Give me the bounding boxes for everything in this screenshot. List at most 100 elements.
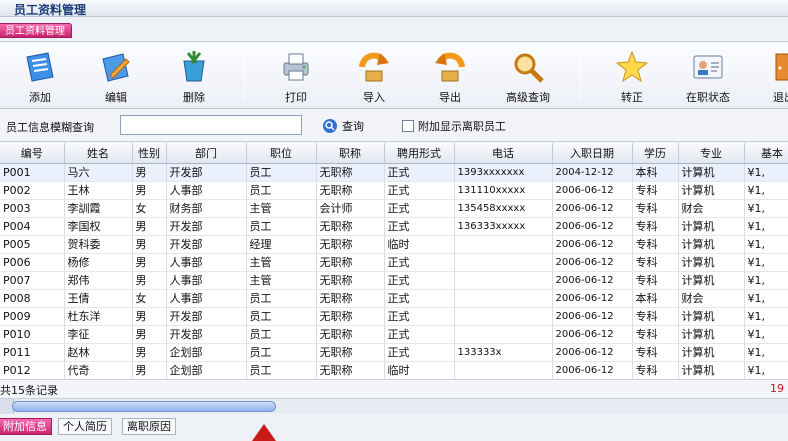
column-header[interactable]: 职位 [246, 143, 317, 164]
table-cell: 女 [132, 199, 167, 218]
column-header[interactable]: 编号 [0, 143, 65, 164]
table-row[interactable]: P003 李訓霞女财务部 主管 会计师 正式 135458xxxxx 2006-06-12 专… [0, 199, 788, 218]
column-header[interactable]: 部门 [166, 143, 247, 164]
column-header[interactable]: 入职日期 [552, 143, 633, 164]
employee-table: 编号 姓名 性别 部门 职位 职称 聘用形式 电话 入职日期 学历 专业 基本 P001 马六男开发部员… [0, 143, 788, 379]
table-cell: 财会 [678, 199, 745, 218]
table-cell: 主管 [246, 199, 317, 218]
table-row[interactable]: P009 杜东洋男开发部 员工 无职称 正式 2006-06-12 专科 计算机 ¥1, [0, 307, 788, 326]
edit-icon [102, 53, 130, 82]
table-cell: 主管 [246, 253, 317, 272]
table-cell: 2006-06-12 [552, 343, 633, 362]
table-cell: 无职称 [316, 181, 385, 200]
table-cell: 男 [132, 325, 167, 344]
table-cell: 2006-06-12 [552, 217, 633, 236]
tab-strip: 员工资料管理 [0, 18, 788, 42]
table-cell: 专科 [632, 235, 679, 254]
table-cell: 无职称 [316, 163, 385, 182]
table-row[interactable]: P004 李国权男开发部 员工 无职称 正式 136333xxxxx 2006-06-12 专… [0, 217, 788, 236]
table-cell: 计算机 [678, 217, 745, 236]
table-cell: 正式 [384, 271, 455, 290]
column-header[interactable]: 基本 [744, 143, 788, 164]
add-button[interactable]: 添加 [10, 49, 70, 107]
table-cell: 贺科委 [64, 235, 133, 254]
table-cell: 人事部 [166, 289, 247, 308]
delete-label: 删除 [183, 91, 205, 104]
table-cell: 开发部 [166, 325, 247, 344]
table-row[interactable]: P008 王倩女人事部 员工 无职称 正式 2006-06-12 本科 财会 ¥1, [0, 289, 788, 308]
table-cell: 本科 [632, 289, 679, 308]
export-button[interactable]: 导出 [420, 49, 480, 107]
table-cell: 专科 [632, 217, 679, 236]
export-label: 导出 [439, 91, 461, 104]
edit-button[interactable]: 编辑 [86, 49, 146, 107]
table-cell: 专科 [632, 199, 679, 218]
column-header[interactable]: 职称 [316, 143, 385, 164]
table-row[interactable]: P001 马六男开发部 员工 无职称 正式 1393xxxxxxx 2004-12-12 本科… [0, 163, 788, 182]
horizontal-scrollbar[interactable] [0, 398, 788, 414]
tab-employee-management[interactable]: 员工资料管理 [0, 23, 72, 38]
show-resigned-checkbox[interactable] [402, 120, 414, 132]
table-cell: 开发部 [166, 307, 247, 326]
table-row[interactable]: P010 李征男开发部 员工 无职称 正式 2006-06-12 专科 计算机 ¥1, [0, 325, 788, 344]
add-label: 添加 [29, 91, 51, 104]
search-input[interactable] [120, 115, 302, 135]
table-row[interactable]: P011 赵林男企划部 员工 无职称 正式 133333x 2006-06-12 专科 计算机 ¥… [0, 343, 788, 362]
table-cell: P012 [0, 361, 65, 379]
advanced-search-label: 高级查询 [506, 91, 550, 104]
import-button[interactable]: 导入 [344, 49, 404, 107]
show-resigned-toggle[interactable]: 附加显示离职员工 [402, 118, 506, 134]
tab-additional-info[interactable]: 附加信息 [0, 418, 52, 435]
column-header[interactable]: 专业 [678, 143, 745, 164]
table-cell: ¥1, [744, 325, 788, 344]
record-count: 共15条记录 [0, 384, 58, 397]
print-button[interactable]: 打印 [266, 49, 326, 107]
table-cell: 2004-12-12 [552, 163, 633, 182]
table-cell: 员工 [246, 181, 317, 200]
table-cell: P007 [0, 271, 65, 290]
bottom-tab-strip: 附加信息 个人简历 离职原因 [0, 415, 788, 441]
table-row[interactable]: P002 王林男人事部 员工 无职称 正式 131110xxxxx 2006-06-12 专科… [0, 181, 788, 200]
employment-status-button[interactable]: 在职状态 [678, 49, 738, 107]
table-cell: 开发部 [166, 217, 247, 236]
scroll-thumb[interactable] [12, 401, 276, 412]
table-cell: 2006-06-12 [552, 325, 633, 344]
table-cell: 马六 [64, 163, 133, 182]
table-cell: 员工 [246, 289, 317, 308]
table-cell: ¥1, [744, 289, 788, 308]
table-row[interactable]: P007 郑伟男人事部 主管 无职称 正式 2006-06-12 专科 计算机 ¥1, [0, 271, 788, 290]
table-cell [454, 289, 553, 308]
table-cell: 会计师 [316, 199, 385, 218]
column-header[interactable]: 性别 [132, 143, 167, 164]
table-cell: 正式 [384, 289, 455, 308]
table-row[interactable]: P012 代奇男企划部 员工 无职称 临时 2006-06-12 专科 计算机 ¥1, [0, 361, 788, 379]
tab-resign-reason[interactable]: 离职原因 [122, 418, 176, 435]
advanced-search-button[interactable]: 高级查询 [498, 49, 558, 107]
tab-resume[interactable]: 个人简历 [58, 418, 112, 435]
query-button[interactable]: 查询 [322, 116, 364, 136]
table-cell: 郑伟 [64, 271, 133, 290]
table-cell: 131110xxxxx [454, 181, 553, 200]
column-header[interactable]: 姓名 [64, 143, 133, 164]
table-cell: 计算机 [678, 253, 745, 272]
table-cell: 人事部 [166, 271, 247, 290]
table-row[interactable]: P005 贺科委男开发部 经理 无职称 临时 2006-06-12 专科 计算机 ¥1, [0, 235, 788, 254]
table-cell: 专科 [632, 307, 679, 326]
exit-button[interactable]: 退出 [754, 49, 788, 107]
delete-button[interactable]: 删除 [164, 49, 224, 107]
table-cell: 临时 [384, 361, 455, 379]
table-cell [454, 307, 553, 326]
table-cell: P002 [0, 181, 65, 200]
search-bar: 员工信息模糊查询 查询 附加显示离职员工 [0, 110, 788, 142]
table-cell: ¥1, [744, 343, 788, 362]
table-cell: 2006-06-12 [552, 199, 633, 218]
regularize-button[interactable]: 转正 [602, 49, 662, 107]
table-row[interactable]: P006 杨修男人事部 主管 无职称 正式 2006-06-12 专科 计算机 ¥1, [0, 253, 788, 272]
column-header[interactable]: 电话 [454, 143, 553, 164]
table-cell: 男 [132, 217, 167, 236]
table-cell: 2006-06-12 [552, 253, 633, 272]
column-header[interactable]: 聘用形式 [384, 143, 455, 164]
table-cell: 计算机 [678, 325, 745, 344]
red-arrow-marker [252, 424, 276, 441]
column-header[interactable]: 学历 [632, 143, 679, 164]
